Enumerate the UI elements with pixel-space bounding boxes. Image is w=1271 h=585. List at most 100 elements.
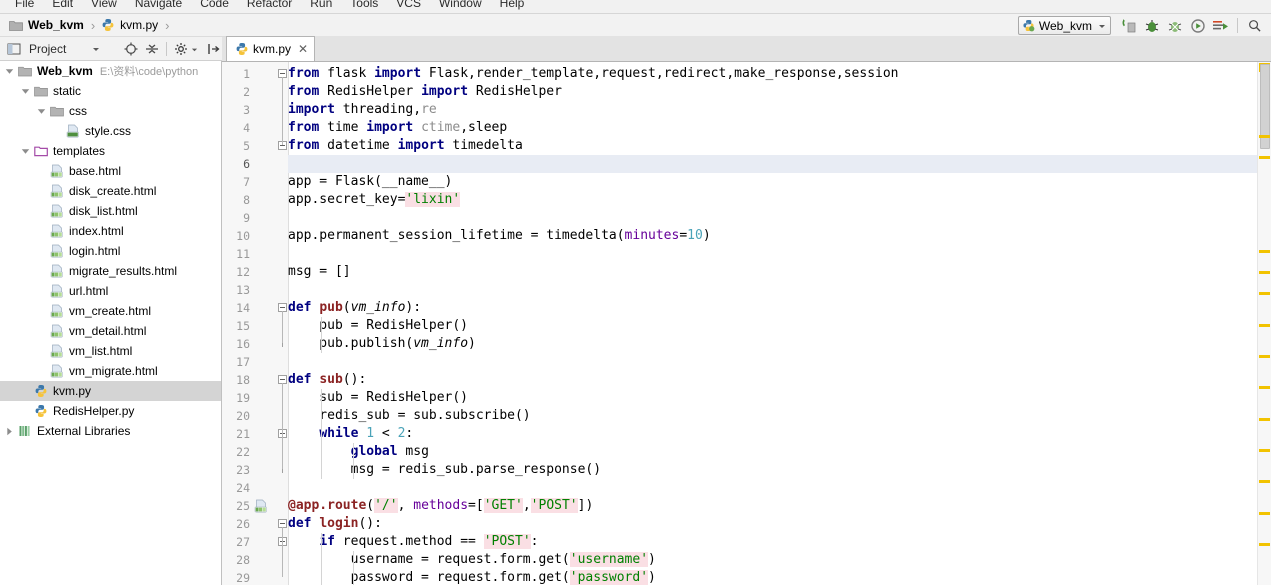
warning-marker[interactable] bbox=[1259, 135, 1270, 139]
search-icon[interactable] bbox=[1244, 16, 1265, 35]
tree-item-disk-list-html[interactable]: disk_list.html bbox=[0, 201, 221, 221]
tree-item-index-html[interactable]: index.html bbox=[0, 221, 221, 241]
code-line-9[interactable] bbox=[288, 209, 1257, 227]
code-line-27[interactable]: if request.method == 'POST': bbox=[288, 533, 1257, 551]
code-line-26[interactable]: def login(): bbox=[288, 515, 1257, 533]
code-line-1[interactable]: from flask import Flask,render_template,… bbox=[288, 65, 1257, 83]
project-tree[interactable]: Web_kvm E:\资料\code\python static css style.c… bbox=[0, 61, 222, 585]
tree-item-templates[interactable]: templates bbox=[0, 141, 221, 161]
menu-item-refactor[interactable]: Refactor bbox=[238, 0, 301, 12]
tree-item-css[interactable]: css bbox=[0, 101, 221, 121]
hide-panel-icon[interactable] bbox=[204, 40, 222, 58]
warning-marker[interactable] bbox=[1259, 271, 1270, 275]
code-line-28[interactable]: username = request.form.get('username') bbox=[288, 551, 1257, 569]
menu-item-code[interactable]: Code bbox=[191, 0, 238, 12]
chevron-expanded-icon[interactable] bbox=[20, 86, 31, 97]
warning-marker[interactable] bbox=[1259, 449, 1270, 453]
run-button[interactable] bbox=[1118, 16, 1139, 35]
chevron-collapsed-icon[interactable] bbox=[4, 426, 15, 437]
tree-item-login-html[interactable]: login.html bbox=[0, 241, 221, 261]
tree-item-vm-list-html[interactable]: vm_list.html bbox=[0, 341, 221, 361]
code-line-18[interactable]: def sub(): bbox=[288, 371, 1257, 389]
tree-item-style-css[interactable]: style.css bbox=[0, 121, 221, 141]
code-line-12[interactable]: msg = [] bbox=[288, 263, 1257, 281]
chevron-down-icon[interactable] bbox=[191, 42, 198, 56]
tree-item-kvm-py[interactable]: kvm.py bbox=[0, 381, 221, 401]
code-line-5[interactable]: from datetime import timedelta bbox=[288, 137, 1257, 155]
warning-marker[interactable] bbox=[1259, 323, 1270, 327]
code-line-19[interactable]: sub = RedisHelper() bbox=[288, 389, 1257, 407]
code-line-13[interactable] bbox=[288, 281, 1257, 299]
coverage-button[interactable] bbox=[1164, 16, 1185, 35]
warning-marker[interactable] bbox=[1259, 354, 1270, 358]
tree-item-base-html[interactable]: base.html bbox=[0, 161, 221, 181]
warning-marker[interactable] bbox=[1259, 417, 1270, 421]
menu-item-edit[interactable]: Edit bbox=[43, 0, 82, 12]
chevron-down-icon[interactable] bbox=[1098, 19, 1106, 33]
tree-item-vm-detail-html[interactable]: vm_detail.html bbox=[0, 321, 221, 341]
console-button[interactable] bbox=[1210, 16, 1231, 35]
menu-item-navigate[interactable]: Navigate bbox=[126, 0, 191, 12]
gear-icon[interactable] bbox=[172, 40, 190, 58]
tree-item-redishelper-py[interactable]: RedisHelper.py bbox=[0, 401, 221, 421]
menu-item-vcs[interactable]: VCS bbox=[387, 0, 430, 12]
code-editor[interactable]: 1 2 3 4 5 6 7 8 9 10 11 12 13 14 15 16 17 18 19 20 21 22 23 24 2… bbox=[222, 62, 1271, 585]
collapse-all-icon[interactable] bbox=[143, 40, 161, 58]
breadcrumb[interactable]: Web_kvm › kvm.py › bbox=[0, 17, 175, 33]
tree-item-vm-create-html[interactable]: vm_create.html bbox=[0, 301, 221, 321]
tree-item-web-kvm[interactable]: Web_kvm E:\资料\code\python bbox=[0, 61, 221, 81]
code-line-8[interactable]: app.secret_key='lixin' bbox=[288, 191, 1257, 209]
menu-item-window[interactable]: Window bbox=[430, 0, 491, 12]
code-line-25[interactable]: @app.route('/', methods=['GET','POST']) bbox=[288, 497, 1257, 515]
warning-marker[interactable] bbox=[1259, 386, 1270, 390]
menu-item-help[interactable]: Help bbox=[491, 0, 534, 12]
tree-item-disk-create-html[interactable]: disk_create.html bbox=[0, 181, 221, 201]
code-content[interactable]: from flask import Flask,render_template,… bbox=[288, 62, 1257, 585]
chevron-expanded-icon[interactable] bbox=[20, 146, 31, 157]
chevron-expanded-icon[interactable] bbox=[4, 66, 15, 77]
code-line-21[interactable]: while 1 < 2: bbox=[288, 425, 1257, 443]
code-line-29[interactable]: password = request.form.get('password') bbox=[288, 569, 1257, 585]
code-line-16[interactable]: pub.publish(vm_info) bbox=[288, 335, 1257, 353]
menu-item-view[interactable]: View bbox=[82, 0, 126, 12]
chevron-down-icon[interactable] bbox=[87, 40, 105, 58]
code-line-22[interactable]: global msg bbox=[288, 443, 1257, 461]
code-line-11[interactable] bbox=[288, 245, 1257, 263]
html-file-icon[interactable] bbox=[254, 499, 267, 513]
tree-item-url-html[interactable]: url.html bbox=[0, 281, 221, 301]
editor-marker-bar[interactable] bbox=[1257, 62, 1271, 585]
code-line-3[interactable]: import threading,re bbox=[288, 101, 1257, 119]
warning-marker[interactable] bbox=[1259, 480, 1270, 484]
tree-item-vm-migrate-html[interactable]: vm_migrate.html bbox=[0, 361, 221, 381]
warning-marker[interactable] bbox=[1259, 511, 1270, 515]
chevron-expanded-icon[interactable] bbox=[36, 106, 47, 117]
warning-marker[interactable] bbox=[1259, 250, 1270, 254]
code-line-6[interactable] bbox=[288, 155, 1257, 173]
tree-item-external-libraries[interactable]: External Libraries bbox=[0, 421, 221, 441]
code-line-4[interactable]: from time import ctime,sleep bbox=[288, 119, 1257, 137]
code-line-10[interactable]: app.permanent_session_lifetime = timedel… bbox=[288, 227, 1257, 245]
menu-item-file[interactable]: File bbox=[6, 0, 43, 12]
code-line-2[interactable]: from RedisHelper import RedisHelper bbox=[288, 83, 1257, 101]
warning-marker[interactable] bbox=[1259, 292, 1270, 296]
debug-button[interactable] bbox=[1141, 16, 1162, 35]
code-line-23[interactable]: msg = redis_sub.parse_response() bbox=[288, 461, 1257, 479]
close-icon[interactable]: ✕ bbox=[298, 42, 308, 56]
warning-marker[interactable] bbox=[1259, 156, 1270, 160]
run-configuration-selector[interactable]: Web_kvm bbox=[1017, 16, 1111, 35]
code-line-24[interactable] bbox=[288, 479, 1257, 497]
code-line-15[interactable]: pub = RedisHelper() bbox=[288, 317, 1257, 335]
editor-gutter[interactable]: 1 2 3 4 5 6 7 8 9 10 11 12 13 14 15 16 17 18 19 20 21 22 23 24 2… bbox=[222, 62, 288, 585]
tree-item-static[interactable]: static bbox=[0, 81, 221, 101]
code-line-17[interactable] bbox=[288, 353, 1257, 371]
code-line-14[interactable]: def pub(vm_info): bbox=[288, 299, 1257, 317]
tab-kvm-py[interactable]: kvm.py ✕ bbox=[226, 36, 316, 61]
warning-marker[interactable] bbox=[1259, 543, 1270, 547]
menu-item-tools[interactable]: Tools bbox=[341, 0, 387, 12]
code-line-20[interactable]: redis_sub = sub.subscribe() bbox=[288, 407, 1257, 425]
target-icon[interactable] bbox=[122, 40, 140, 58]
menu-item-run[interactable]: Run bbox=[301, 0, 341, 12]
profile-button[interactable] bbox=[1187, 16, 1208, 35]
tree-item-migrate-results-html[interactable]: migrate_results.html bbox=[0, 261, 221, 281]
code-line-7[interactable]: app = Flask(__name__) bbox=[288, 173, 1257, 191]
